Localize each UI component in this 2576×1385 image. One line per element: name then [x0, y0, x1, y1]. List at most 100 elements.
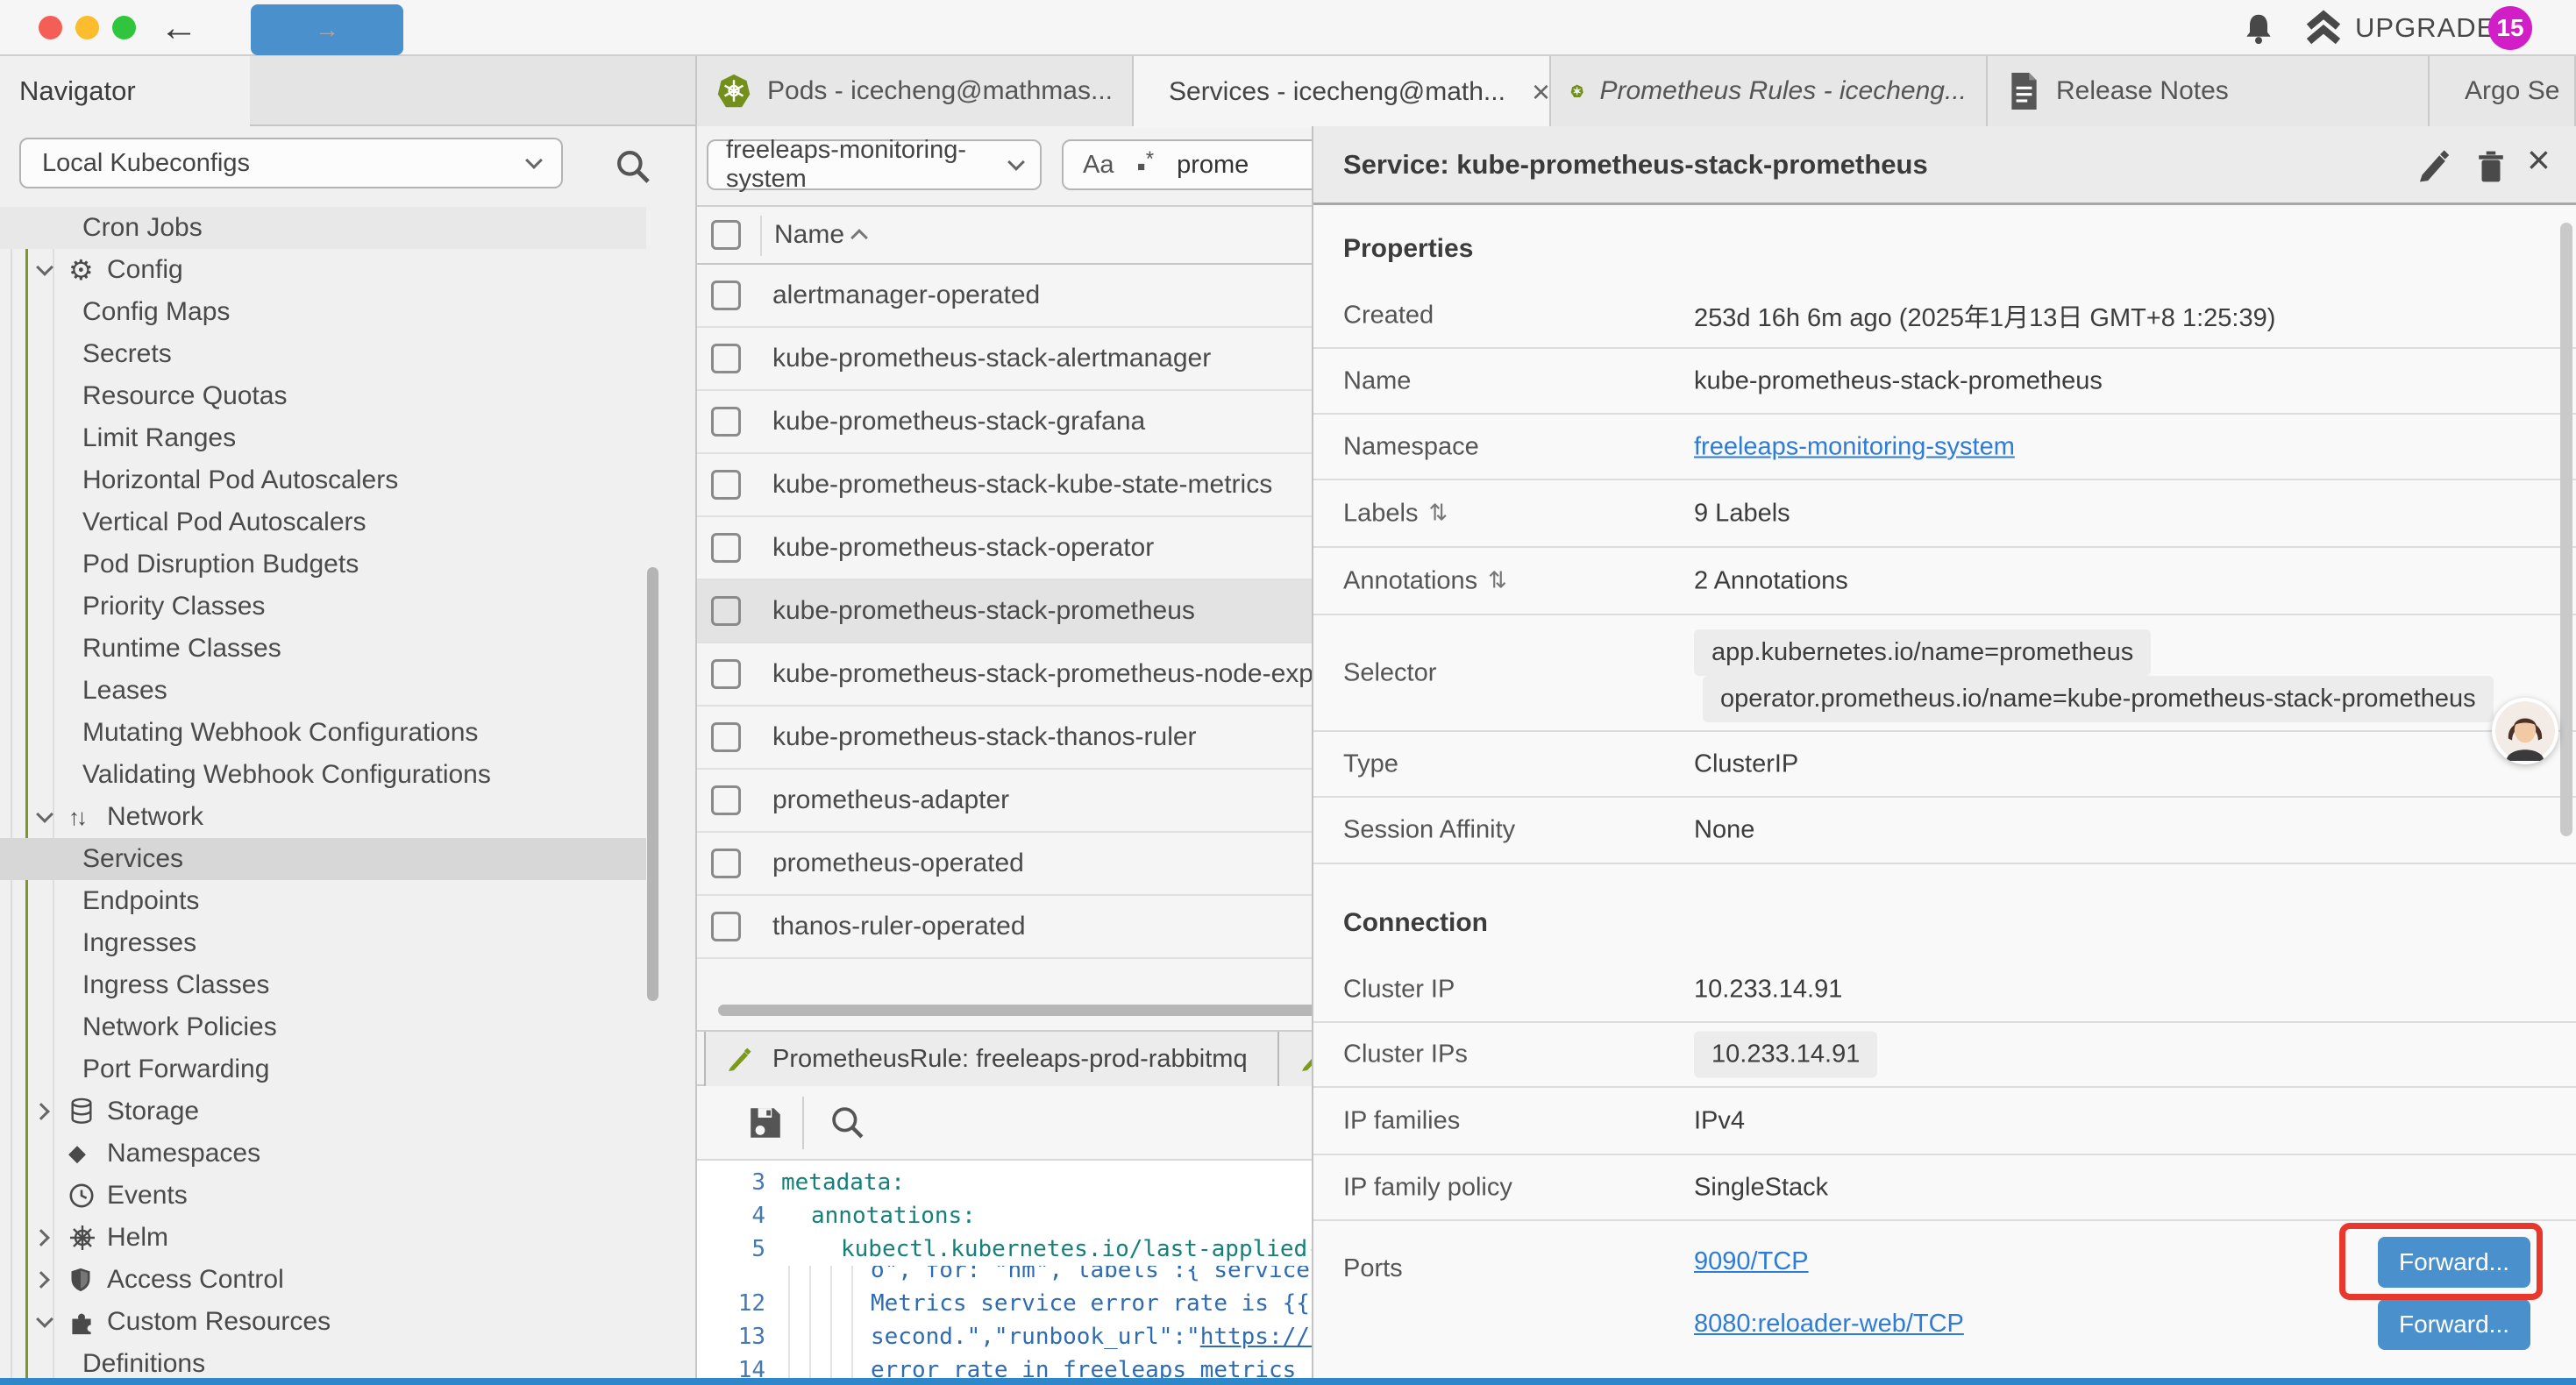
selector-chips: app.kubernetes.io/name=prometheusoperato… — [1694, 629, 2494, 722]
close-icon[interactable]: × — [2527, 142, 2551, 177]
sidebar-item-resource-quotas[interactable]: Resource Quotas — [0, 375, 646, 417]
sidebar-item-validating-webhook-configurations[interactable]: Validating Webhook Configurations — [0, 754, 646, 796]
indent-guide — [809, 1287, 811, 1320]
sidebar-item-label: Vertical Pod Autoscalers — [82, 508, 366, 537]
tab-services-icecheng-math[interactable]: Services - icecheng@math...× — [1134, 56, 1551, 128]
sidebar-item-leases[interactable]: Leases — [0, 670, 646, 712]
forward-icon[interactable]: → — [251, 4, 403, 55]
notifications-bell-icon[interactable] — [2241, 11, 2276, 47]
detail-value: 2 Annotations — [1694, 566, 1848, 595]
chevron-right-icon[interactable] — [32, 1271, 50, 1289]
sidebar-item-network-policies[interactable]: Network Policies — [0, 1006, 646, 1048]
navigator-search-icon[interactable] — [614, 147, 652, 186]
sidebar-item-events[interactable]: Events — [0, 1175, 646, 1217]
service-name: kube-prometheus-stack-prometheus — [772, 596, 1195, 626]
tab-navigator[interactable]: Navigator — [0, 56, 250, 126]
sidebar-item-port-forwarding[interactable]: Port Forwarding — [0, 1048, 646, 1090]
row-checkbox[interactable] — [711, 533, 741, 563]
detail-row-ip-family-policy: IP family policySingleStack — [1313, 1155, 2576, 1221]
sidebar-item-secrets[interactable]: Secrets — [0, 333, 646, 375]
sidebar-item-endpoints[interactable]: Endpoints — [0, 880, 646, 922]
save-icon[interactable] — [744, 1102, 786, 1144]
name-column-header[interactable]: Name — [774, 220, 844, 250]
namespace-selector-value: freeleaps-monitoring-system — [726, 136, 1010, 194]
sidebar-item-custom-resources[interactable]: Custom Resources — [0, 1301, 646, 1343]
port-link[interactable]: 9090/TCP — [1694, 1247, 1809, 1276]
delete-trash-icon[interactable] — [2473, 147, 2509, 184]
chevron-down-icon[interactable] — [36, 806, 53, 823]
sidebar-scrollbar[interactable] — [647, 567, 658, 1001]
tab-prometheus-rules-icecheng[interactable]: Prometheus Rules - icecheng... — [1551, 56, 1988, 126]
sidebar-item-ingress-classes[interactable]: Ingress Classes — [0, 964, 646, 1006]
upgrade-button[interactable]: UPGRADE — [2304, 9, 2495, 47]
sort-toggle-icon[interactable]: ⇅ — [1488, 568, 1507, 594]
select-all-checkbox[interactable] — [711, 220, 741, 250]
detail-label: Namespace — [1343, 432, 1479, 461]
row-checkbox[interactable] — [711, 344, 741, 373]
detail-row-name: Namekube-prometheus-stack-prometheus — [1313, 349, 2576, 415]
editor-tab-prometheusrule[interactable]: PrometheusRule: freeleaps-prod-rabbitmq — [704, 1032, 1279, 1086]
sidebar-item-storage[interactable]: Storage — [0, 1090, 646, 1133]
sidebar-item-config-maps[interactable]: Config Maps — [0, 291, 646, 333]
sidebar-item-vertical-pod-autoscalers[interactable]: Vertical Pod Autoscalers — [0, 501, 646, 543]
chevron-down-icon[interactable] — [36, 1310, 53, 1328]
row-checkbox[interactable] — [711, 596, 741, 626]
window-close-button[interactable] — [39, 16, 62, 39]
row-checkbox[interactable] — [711, 659, 741, 689]
sidebar-item-pod-disruption-budgets[interactable]: Pod Disruption Budgets — [0, 543, 646, 586]
regex-toggle[interactable]: ▪* — [1136, 147, 1154, 182]
detail-link[interactable]: freeleaps-monitoring-system — [1694, 432, 2015, 461]
sidebar-item-ingresses[interactable]: Ingresses — [0, 922, 646, 964]
match-case-toggle[interactable]: Aa — [1083, 151, 1114, 180]
kubeconfig-selector[interactable]: Local Kubeconfigs — [19, 138, 563, 188]
row-checkbox[interactable] — [711, 849, 741, 878]
avatar[interactable] — [2492, 698, 2558, 764]
sidebar-item-label: Priority Classes — [82, 592, 265, 621]
row-checkbox[interactable] — [711, 407, 741, 437]
row-checkbox[interactable] — [711, 912, 741, 941]
chevron-down-icon[interactable] — [36, 259, 53, 276]
close-tab-icon[interactable]: × — [1521, 74, 1550, 110]
sidebar-item-priority-classes[interactable]: Priority Classes — [0, 586, 646, 628]
navigator-tab-label: Navigator — [19, 75, 136, 107]
edit-pencil-icon[interactable] — [2416, 147, 2453, 184]
row-checkbox[interactable] — [711, 722, 741, 752]
chevron-right-icon[interactable] — [32, 1103, 50, 1120]
window-maximize-button[interactable] — [112, 16, 136, 39]
sidebar-item-access-control[interactable]: Access Control — [0, 1259, 646, 1301]
chevron-right-icon[interactable] — [32, 1229, 50, 1246]
tab-argo-se[interactable]: Argo Se — [2430, 56, 2576, 126]
port-link[interactable]: 8080:reloader-web/TCP — [1694, 1310, 1964, 1339]
sort-ascending-icon[interactable] — [850, 229, 868, 246]
forward-button[interactable]: Forward... — [2378, 1299, 2530, 1350]
sidebar-item-helm[interactable]: Helm — [0, 1217, 646, 1259]
window-minimize-button[interactable] — [75, 16, 99, 39]
service-name: kube-prometheus-stack-operator — [772, 533, 1154, 563]
drawer-scrollbar[interactable] — [2560, 223, 2572, 836]
drawer-header: Service: kube-prometheus-stack-prometheu… — [1313, 126, 2576, 205]
line-number: 13 — [697, 1320, 765, 1353]
sidebar-item-mutating-webhook-configurations[interactable]: Mutating Webhook Configurations — [0, 712, 646, 754]
sidebar-item-network[interactable]: ↑↓Network — [0, 796, 646, 838]
code-text: metadata: — [781, 1166, 905, 1199]
back-icon[interactable]: ← — [160, 4, 198, 52]
sidebar-item-limit-ranges[interactable]: Limit Ranges — [0, 417, 646, 459]
row-checkbox[interactable] — [711, 785, 741, 815]
sidebar-item-config[interactable]: ⚙Config — [0, 249, 646, 291]
row-checkbox[interactable] — [711, 281, 741, 310]
detail-value: SingleStack — [1694, 1173, 1828, 1202]
sidebar-item-namespaces[interactable]: ◆Namespaces — [0, 1133, 646, 1175]
sidebar-item-cron-jobs[interactable]: Cron Jobs — [0, 207, 646, 249]
tab-release-notes[interactable]: Release Notes — [1988, 56, 2430, 126]
row-checkbox[interactable] — [711, 470, 741, 500]
tab-pods-icecheng-mathmas[interactable]: Pods - icecheng@mathmas... — [697, 56, 1134, 126]
editor-search-icon[interactable] — [829, 1104, 867, 1142]
sidebar-item-services[interactable]: Services — [0, 838, 646, 880]
sidebar-item-label: Helm — [107, 1223, 168, 1253]
sidebar-item-horizontal-pod-autoscalers[interactable]: Horizontal Pod Autoscalers — [0, 459, 646, 501]
namespace-selector[interactable]: freeleaps-monitoring-system — [707, 139, 1042, 190]
sort-toggle-icon[interactable]: ⇅ — [1428, 501, 1448, 527]
notification-count-badge[interactable]: 15 — [2488, 6, 2532, 50]
sidebar-item-runtime-classes[interactable]: Runtime Classes — [0, 628, 646, 670]
horizontal-scrollbar[interactable] — [718, 1005, 1327, 1016]
